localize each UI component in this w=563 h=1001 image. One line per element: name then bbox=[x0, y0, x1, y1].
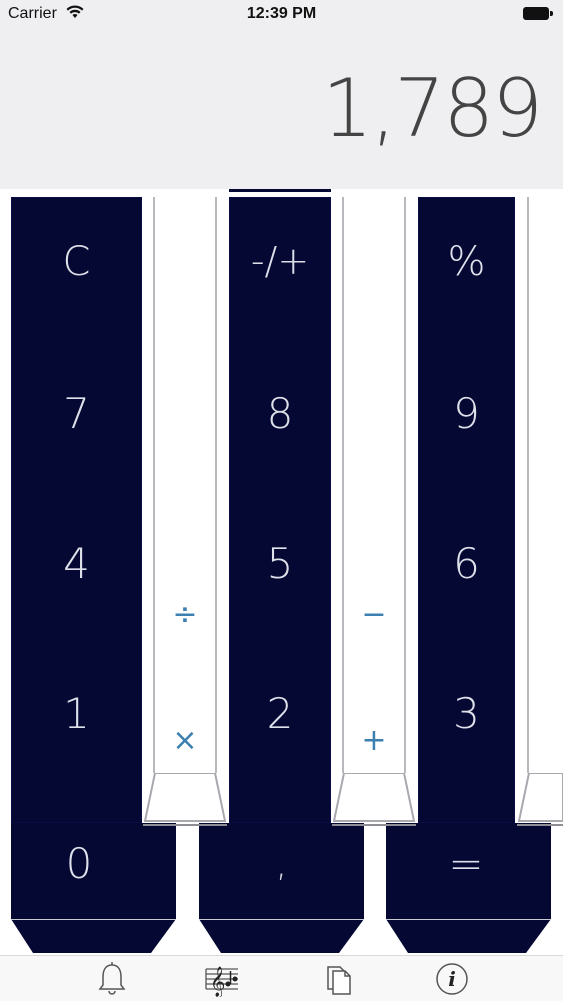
piano-keypad: C -/+ % 7 8 9 4 5 6 1 2 3 0 , = ÷ × − + bbox=[0, 189, 563, 955]
operator-key-1-tip bbox=[143, 773, 227, 826]
key-negate[interactable]: -/+ bbox=[229, 239, 331, 283]
status-bar: Carrier 12:39 PM bbox=[0, 0, 563, 28]
svg-text:𝄞: 𝄞 bbox=[210, 966, 225, 997]
key-five[interactable]: 5 bbox=[229, 539, 331, 588]
key-three[interactable]: 3 bbox=[418, 689, 515, 738]
svg-text:i: i bbox=[448, 967, 456, 991]
operator-divide[interactable]: ÷ bbox=[155, 597, 215, 632]
operator-key-2-tip bbox=[332, 773, 416, 826]
key-nine[interactable]: 9 bbox=[418, 389, 515, 438]
key-equals-tip bbox=[386, 919, 551, 953]
documents-icon[interactable] bbox=[318, 961, 358, 997]
operator-key-3-tip bbox=[517, 773, 563, 826]
battery-icon bbox=[523, 7, 553, 20]
key-one[interactable]: 1 bbox=[11, 689, 142, 738]
operator-plus[interactable]: + bbox=[344, 723, 404, 758]
key-eight[interactable]: 8 bbox=[229, 389, 331, 438]
key-six[interactable]: 6 bbox=[418, 539, 515, 588]
key-seven[interactable]: 7 bbox=[11, 389, 142, 438]
key-equals[interactable]: = bbox=[386, 839, 546, 888]
operator-key-edge[interactable] bbox=[527, 189, 563, 773]
calculator-display: 1,789 bbox=[0, 28, 563, 189]
music-score-icon[interactable]: 𝄞 bbox=[202, 961, 242, 997]
info-icon[interactable]: i bbox=[432, 961, 472, 997]
key-decimal[interactable]: , bbox=[199, 844, 364, 885]
bell-icon[interactable] bbox=[92, 961, 132, 997]
operator-multiply[interactable]: × bbox=[155, 723, 215, 758]
key-four[interactable]: 4 bbox=[11, 539, 142, 588]
operator-minus[interactable]: − bbox=[344, 597, 404, 632]
key-decimal-tip bbox=[199, 919, 364, 953]
operator-key-minus-plus[interactable] bbox=[342, 189, 406, 773]
key-zero-tip bbox=[11, 919, 176, 953]
tab-bar: 𝄞 i bbox=[0, 955, 563, 1001]
key-zero[interactable]: 0 bbox=[11, 839, 147, 888]
key-percent[interactable]: % bbox=[418, 239, 515, 285]
operator-key-divide-multiply[interactable] bbox=[153, 189, 217, 773]
display-value: 1,789 bbox=[321, 62, 543, 155]
status-time: 12:39 PM bbox=[246, 5, 317, 22]
key-clear[interactable]: C bbox=[11, 239, 142, 285]
key-two[interactable]: 2 bbox=[229, 689, 331, 738]
key-column-2-cap bbox=[229, 189, 331, 197]
